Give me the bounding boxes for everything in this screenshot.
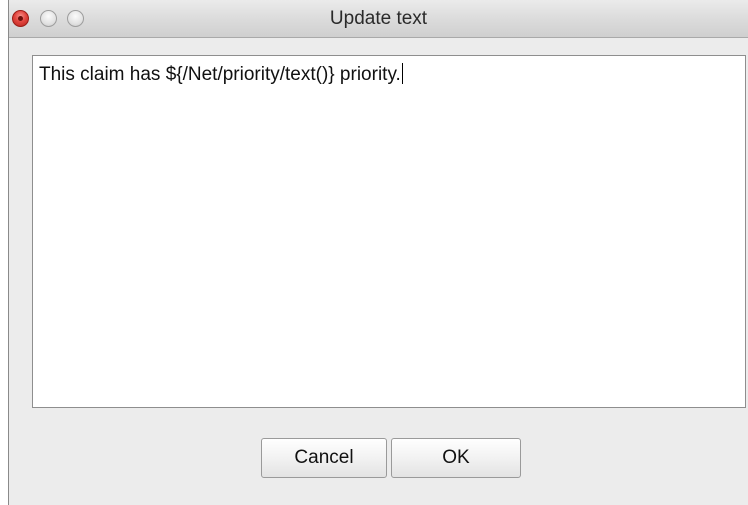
- text-editor-area[interactable]: This claim has ${/Net/priority/text()} p…: [32, 55, 746, 408]
- title-bar[interactable]: Update text: [9, 0, 748, 38]
- window-title: Update text: [329, 8, 428, 29]
- text-caret: [401, 63, 403, 84]
- editor-text: This claim has ${/Net/priority/text()} p…: [39, 64, 401, 85]
- cancel-button[interactable]: Cancel: [261, 438, 387, 478]
- ok-button[interactable]: OK: [391, 438, 521, 478]
- update-text-dialog: Update text This claim has ${/Net/priori…: [8, 0, 748, 505]
